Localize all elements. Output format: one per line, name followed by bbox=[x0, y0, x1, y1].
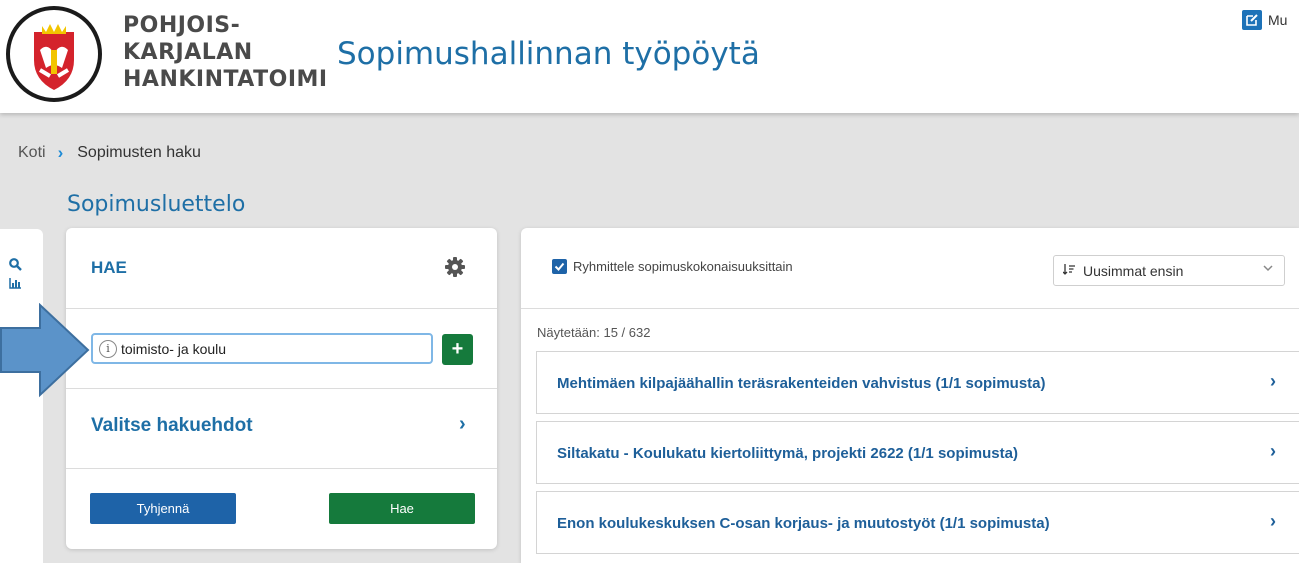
search-input[interactable]: i toimisto- ja koulu bbox=[91, 333, 433, 364]
result-title: Enon koulukeskuksen C-osan korjaus- ja m… bbox=[557, 515, 1050, 532]
search-button[interactable]: Hae bbox=[329, 493, 475, 524]
edit-link-label: Mu bbox=[1268, 12, 1288, 28]
page-title: Sopimusluettelo bbox=[67, 192, 246, 217]
info-icon[interactable]: i bbox=[99, 339, 117, 358]
app-header: POHJOIS- KARJALAN HANKINTATOIMI Sopimush… bbox=[0, 0, 1299, 113]
list-item[interactable]: Siltakatu - Koulukatu kiertoliittymä, pr… bbox=[536, 421, 1299, 484]
search-input-value: toimisto- ja koulu bbox=[121, 340, 227, 357]
checkbox-checked-icon[interactable] bbox=[552, 259, 567, 274]
sort-icon bbox=[1062, 263, 1075, 278]
chevron-right-icon: › bbox=[57, 143, 64, 162]
divider bbox=[66, 388, 497, 389]
result-title: Siltakatu - Koulukatu kiertoliittymä, pr… bbox=[557, 445, 1018, 462]
breadcrumb: Koti › Sopimusten haku bbox=[18, 143, 201, 163]
pointer-arrow-icon bbox=[0, 303, 90, 398]
gear-icon[interactable] bbox=[444, 256, 466, 283]
sort-select-value: Uusimmat ensin bbox=[1083, 262, 1184, 279]
coat-of-arms-icon[interactable] bbox=[6, 6, 102, 102]
select-criteria-link[interactable]: Valitse hakuehdot bbox=[91, 415, 253, 437]
chevron-right-icon: › bbox=[1270, 511, 1276, 531]
bar-chart-icon[interactable] bbox=[9, 277, 22, 292]
clear-button[interactable]: Tyhjennä bbox=[90, 493, 236, 524]
result-title: Mehtimäen kilpajäähallin teräsrakenteide… bbox=[557, 375, 1046, 392]
search-panel-title: HAE bbox=[91, 258, 127, 277]
result-count: Näytetään: 15 / 632 bbox=[537, 325, 651, 340]
group-by-entity-label: Ryhmittele sopimuskokonaisuuksittain bbox=[573, 259, 793, 274]
org-name-line: HANKINTATOIMI bbox=[123, 67, 328, 92]
divider bbox=[66, 308, 497, 309]
org-name-line: KARJALAN bbox=[123, 40, 253, 65]
edit-link[interactable]: Mu bbox=[1242, 10, 1287, 30]
list-item[interactable]: Enon koulukeskuksen C-osan korjaus- ja m… bbox=[536, 491, 1299, 554]
edit-icon bbox=[1242, 10, 1262, 30]
chevron-down-icon bbox=[1262, 262, 1274, 277]
divider bbox=[521, 308, 1299, 309]
app-title: Sopimushallinnan työpöytä bbox=[337, 36, 760, 72]
list-item[interactable]: Mehtimäen kilpajäähallin teräsrakenteide… bbox=[536, 351, 1299, 414]
results-panel: Ryhmittele sopimuskokonaisuuksittain Uus… bbox=[521, 228, 1299, 563]
sort-select[interactable]: Uusimmat ensin bbox=[1053, 255, 1285, 286]
divider bbox=[66, 468, 497, 469]
org-name-line: POHJOIS- bbox=[123, 13, 241, 38]
search-panel: HAE i toimisto- ja koulu + Valitse hakue… bbox=[66, 228, 497, 549]
search-icon[interactable] bbox=[9, 258, 22, 274]
chevron-right-icon: › bbox=[1270, 371, 1276, 391]
breadcrumb-current: Sopimusten haku bbox=[77, 144, 201, 161]
chevron-right-icon: › bbox=[1270, 441, 1276, 461]
organization-name: POHJOIS- KARJALAN HANKINTATOIMI bbox=[123, 12, 328, 93]
group-by-entity-checkbox[interactable]: Ryhmittele sopimuskokonaisuuksittain bbox=[552, 259, 793, 274]
chevron-right-icon[interactable]: › bbox=[459, 413, 466, 436]
breadcrumb-home[interactable]: Koti bbox=[18, 144, 46, 162]
add-search-term-button[interactable]: + bbox=[442, 334, 473, 365]
